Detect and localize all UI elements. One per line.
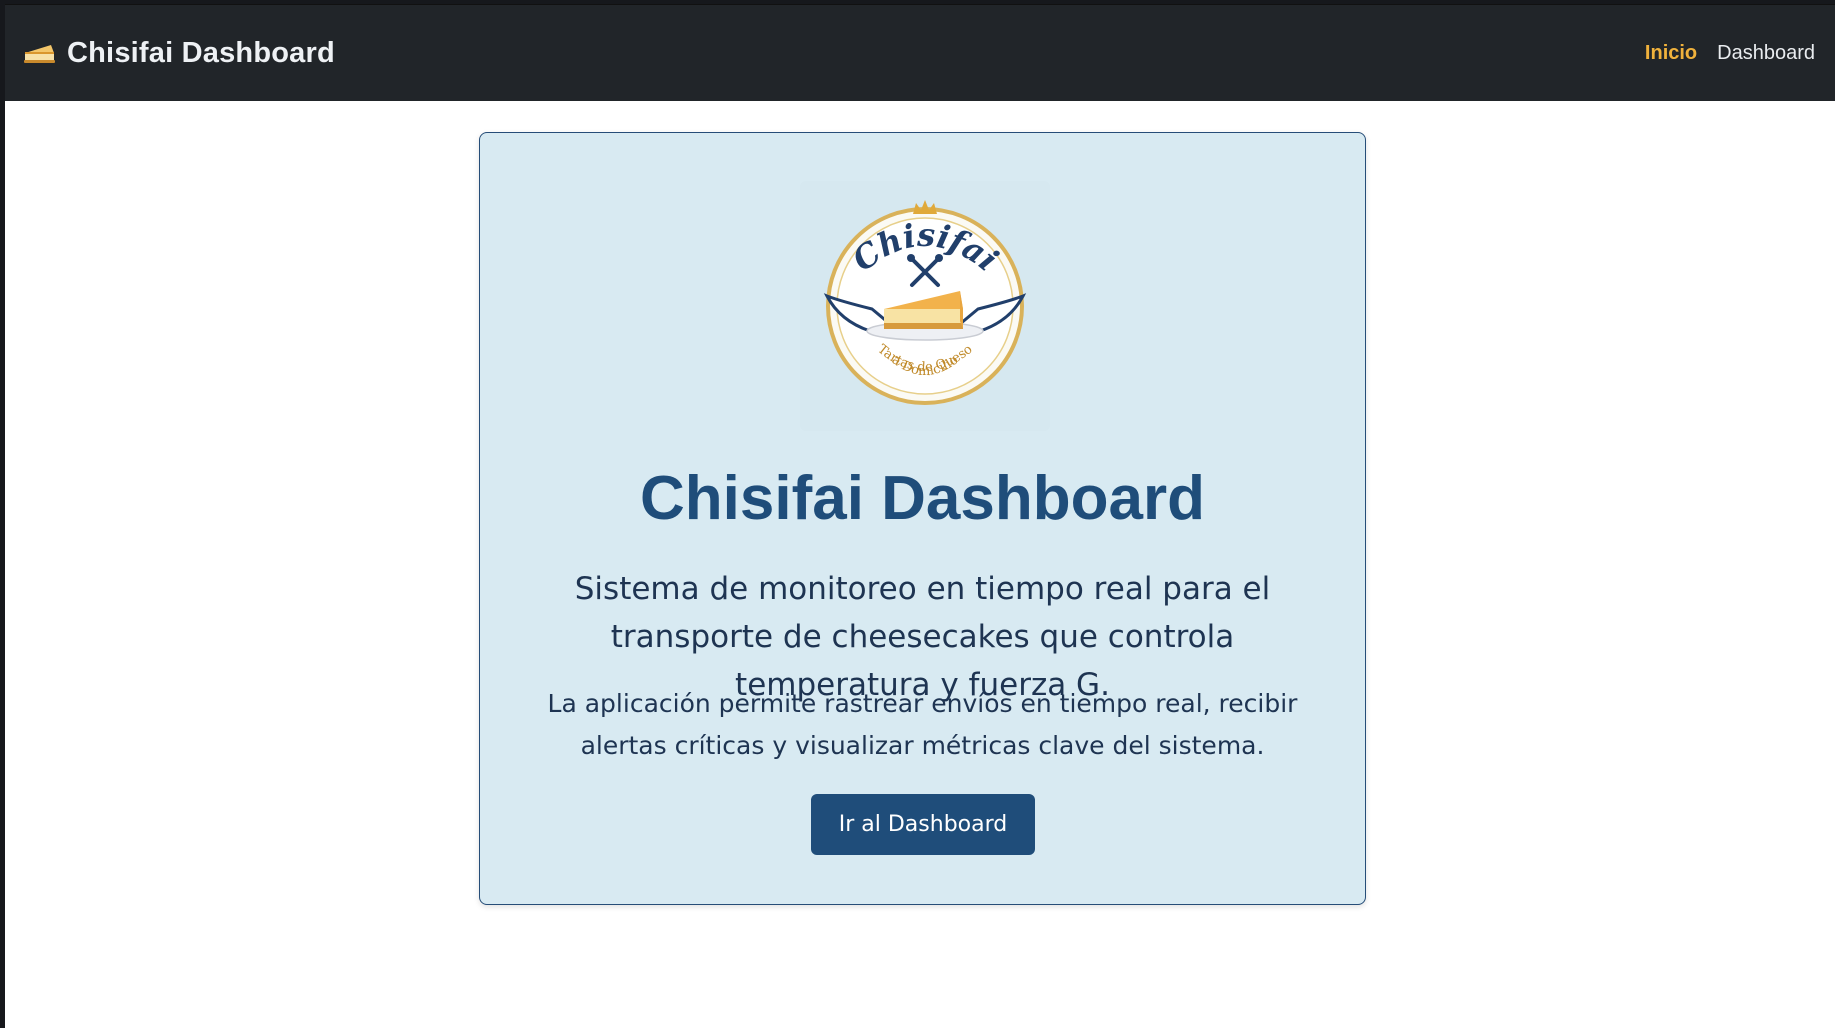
nav-link-dashboard[interactable]: Dashboard — [1717, 42, 1815, 65]
window-left-edge — [0, 0, 5, 1028]
hero-card: Chisifai Tartas de Queso a Domicilio Chi… — [479, 132, 1366, 905]
page-title: Chisifai Dashboard — [640, 464, 1205, 533]
nav-link-inicio[interactable]: Inicio — [1645, 42, 1697, 65]
chisifai-logo: Chisifai Tartas de Queso a Domicilio — [800, 181, 1050, 431]
navbar-brand-title: Chisifai Dashboard — [67, 36, 335, 69]
go-to-dashboard-button[interactable]: Ir al Dashboard — [811, 794, 1035, 855]
navbar: Chisifai Dashboard Inicio Dashboard — [5, 4, 1835, 101]
navbar-brand[interactable]: Chisifai Dashboard — [21, 37, 335, 70]
cheesecake-slice-icon — [21, 40, 57, 66]
navbar-links: Inicio Dashboard — [1645, 42, 1815, 65]
description-text: La aplicación permite rastrear envíos en… — [547, 689, 1298, 760]
